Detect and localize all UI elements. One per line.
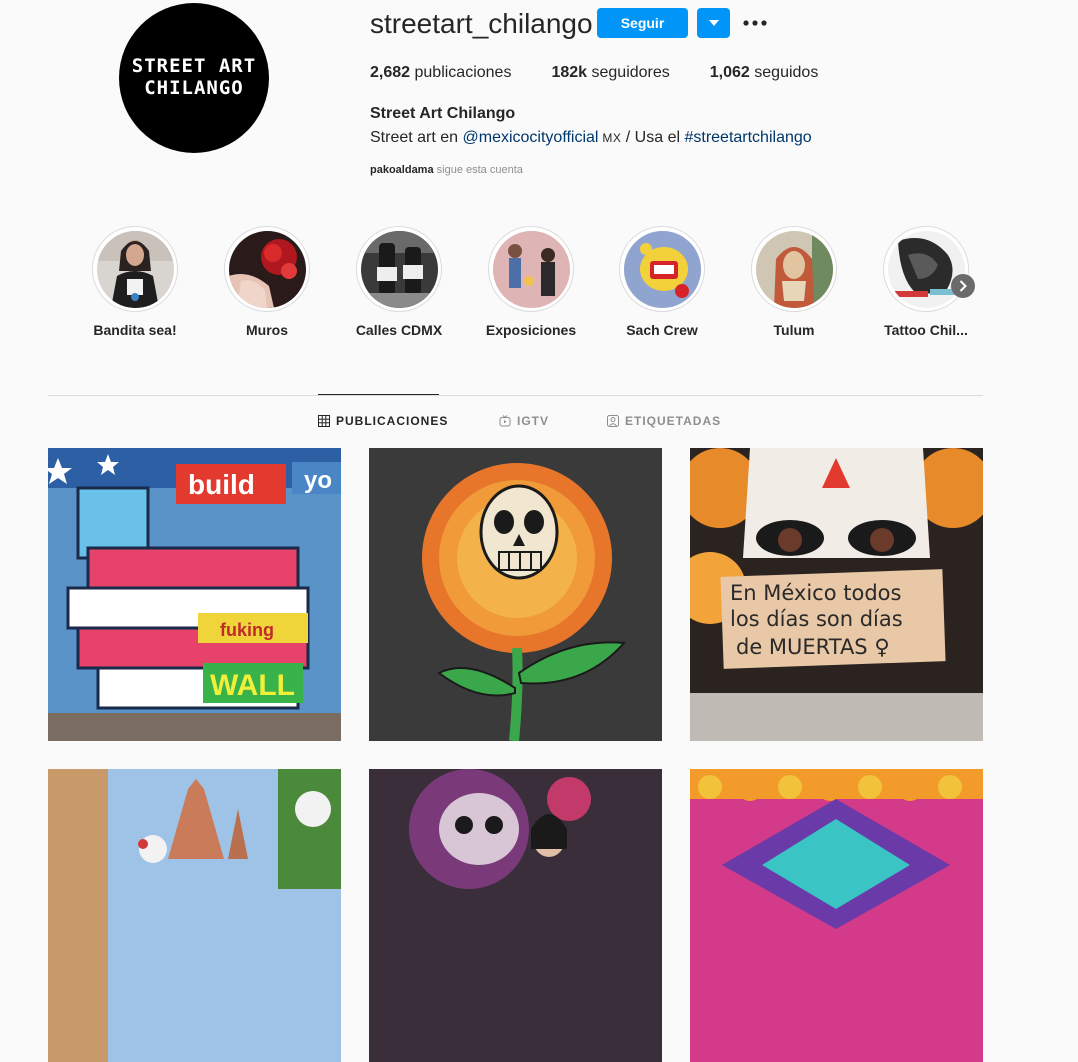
tab-igtv[interactable]: IGTV <box>499 414 549 428</box>
bio-mention-link[interactable]: @mexicocityofficial <box>463 129 599 146</box>
followers-label: seguidores <box>591 64 670 81</box>
profile-full-name: Street Art Chilango <box>370 105 516 122</box>
active-tab-indicator <box>318 394 439 395</box>
highlight-ring <box>356 226 442 312</box>
followed-by-user: pakoaldama <box>370 164 434 176</box>
more-options-button[interactable] <box>742 11 768 35</box>
post-text-yo: yo <box>304 467 332 494</box>
more-options-icon <box>743 20 767 26</box>
highlight-ring <box>751 226 837 312</box>
followed-by[interactable]: pakoaldama sigue esta cuenta <box>370 164 523 176</box>
highlight-muros[interactable]: Muros <box>201 226 333 338</box>
grid-icon <box>318 415 330 427</box>
tab-posts-label: PUBLICACIONES <box>336 414 449 428</box>
tabs-divider <box>48 395 983 396</box>
post-thumbnail[interactable] <box>369 448 662 741</box>
highlight-calles-cdmx[interactable]: Calles CDMX <box>333 226 465 338</box>
follow-button[interactable]: Seguir <box>597 8 688 38</box>
bio-prefix: Street art en <box>370 129 463 146</box>
bio-flag: MX <box>598 131 622 145</box>
profile-avatar[interactable]: STREET ART CHILANGO <box>119 3 269 153</box>
following-label: seguidos <box>754 64 819 81</box>
posts-label: publicaciones <box>414 64 512 81</box>
highlight-ring <box>883 226 969 312</box>
post-thumbnail[interactable]: build yo fuking WALL <box>48 448 341 741</box>
highlight-label: Exposiciones <box>485 322 577 338</box>
highlight-ring <box>619 226 705 312</box>
post-thumbnail[interactable] <box>690 769 983 1062</box>
post-text-build: build <box>188 469 255 500</box>
highlight-cover <box>228 230 306 308</box>
followed-by-text: sigue esta cuenta <box>433 164 523 176</box>
tab-posts[interactable]: PUBLICACIONES <box>318 414 448 428</box>
highlight-cover <box>360 230 438 308</box>
avatar-text-line2: CHILANGO <box>144 77 244 99</box>
highlight-label: Tattoo Chil... <box>884 322 968 338</box>
profile-bio: Street art en @mexicocityofficial MX / U… <box>370 129 812 147</box>
bio-hashtag-link[interactable]: #streetartchilango <box>684 129 811 146</box>
highlight-ring <box>488 226 574 312</box>
highlight-exposiciones[interactable]: Exposiciones <box>465 226 597 338</box>
highlight-ring <box>92 226 178 312</box>
bio-middle: / Usa el <box>621 129 685 146</box>
highlight-sach-crew[interactable]: Sach Crew <box>596 226 728 338</box>
post-text-line1: En México todos <box>730 581 901 605</box>
highlight-cover <box>96 230 174 308</box>
post-text-line2: los días son días <box>730 607 903 631</box>
post-text-fuking: fuking <box>220 620 274 640</box>
tab-tagged-label: ETIQUETADAS <box>625 414 722 428</box>
highlight-cover <box>492 230 570 308</box>
igtv-icon <box>499 415 511 427</box>
posts-stat: 2,682 publicaciones <box>370 64 511 82</box>
followers-count: 182k <box>551 64 588 81</box>
highlight-tulum[interactable]: Tulum <box>728 226 860 338</box>
post-thumbnail[interactable] <box>369 769 662 1062</box>
followers-stat[interactable]: 182k seguidores <box>551 64 669 82</box>
highlight-cover <box>623 230 701 308</box>
following-count: 1,062 <box>709 64 750 81</box>
highlight-label: Bandita sea! <box>93 322 177 338</box>
highlight-label: Sach Crew <box>626 322 698 338</box>
post-thumbnail[interactable] <box>48 769 341 1062</box>
profile-username: streetart_chilango <box>370 8 593 39</box>
highlight-label: Calles CDMX <box>355 322 443 338</box>
highlight-ring <box>224 226 310 312</box>
highlight-cover <box>887 230 965 308</box>
highlight-bandita[interactable]: Bandita sea! <box>69 226 201 338</box>
posts-count: 2,682 <box>370 64 411 81</box>
highlights-next-button[interactable] <box>951 274 975 298</box>
chevron-right-icon <box>959 280 967 292</box>
tagged-icon <box>607 415 619 427</box>
profile-stats: 2,682 publicaciones 182k seguidores 1,06… <box>370 64 858 82</box>
tab-igtv-label: IGTV <box>517 414 550 428</box>
highlight-label: Muros <box>246 322 288 338</box>
post-text-wall: WALL <box>210 669 295 702</box>
tab-tagged[interactable]: ETIQUETADAS <box>607 414 721 428</box>
post-thumbnail[interactable]: En México todos los días son días de MUE… <box>690 448 983 741</box>
chevron-down-icon <box>708 20 719 26</box>
highlight-cover <box>755 230 833 308</box>
avatar-text-line1: STREET ART <box>131 55 257 78</box>
post-text-line3: de MUERTAS ♀ <box>736 635 890 659</box>
following-stat[interactable]: 1,062 seguidos <box>710 64 819 82</box>
suggested-accounts-button[interactable] <box>697 8 730 38</box>
highlight-label: Tulum <box>773 322 815 338</box>
